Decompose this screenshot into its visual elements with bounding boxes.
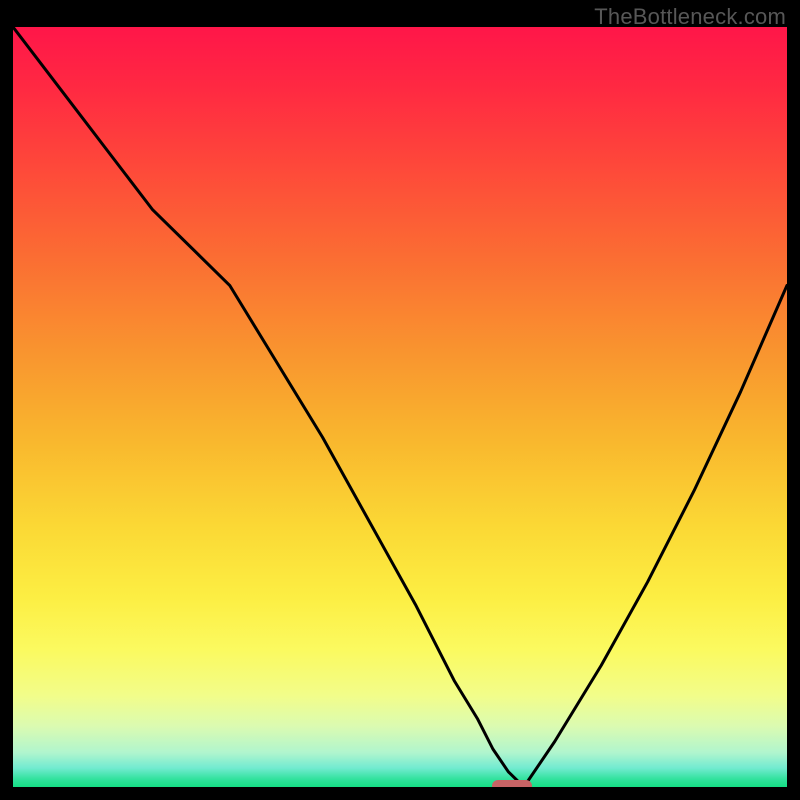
watermark-text: TheBottleneck.com	[594, 4, 786, 30]
gradient-background	[13, 27, 787, 787]
optimal-marker	[492, 780, 532, 787]
chart-svg	[13, 27, 787, 787]
chart-frame: TheBottleneck.com	[0, 0, 800, 800]
plot-area	[13, 27, 787, 787]
